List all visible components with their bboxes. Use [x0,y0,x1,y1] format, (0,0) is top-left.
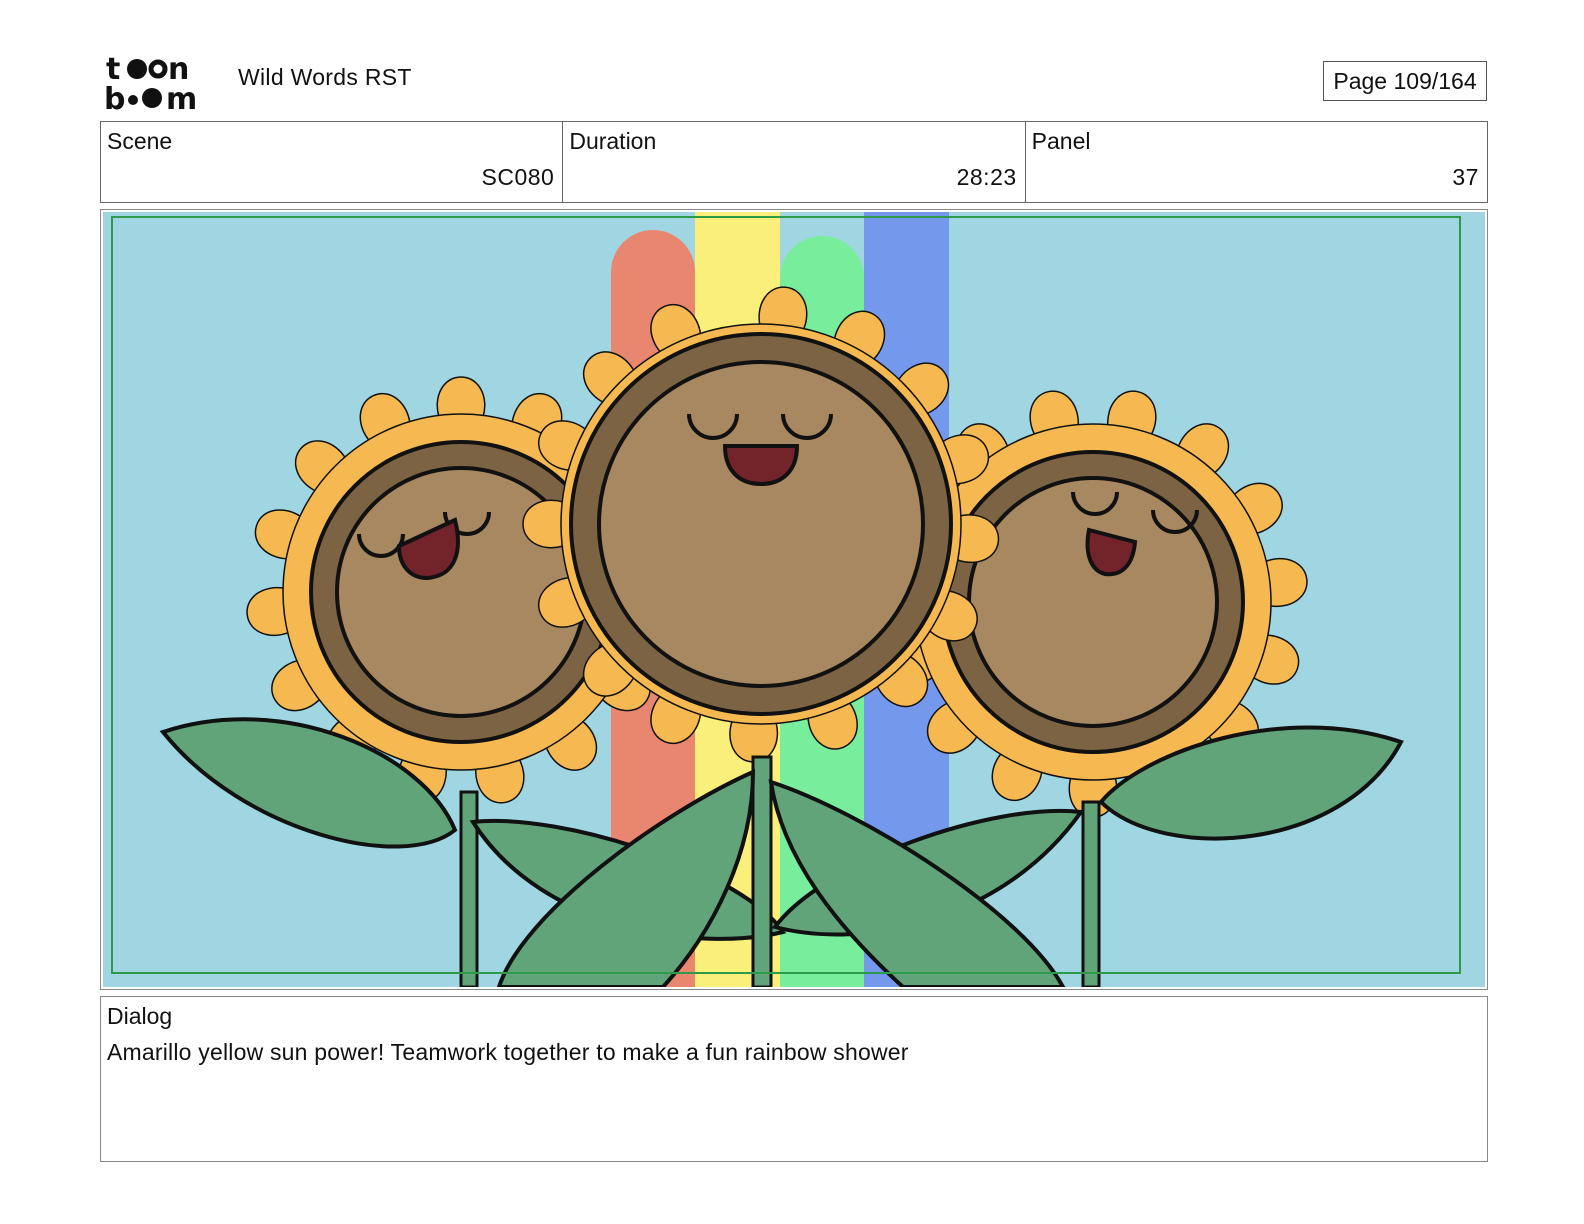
project-title: Wild Words RST [238,64,412,90]
panel-cell: Panel 37 [1026,122,1487,202]
dialog-box: Dialog Amarillo yellow sun power! Teamwo… [100,996,1488,1162]
scene-value: SC080 [481,164,555,190]
duration-cell: Duration 28:23 [563,122,1026,202]
toon-boom-logo: t n b m [104,52,197,112]
info-row: Scene SC080 Duration 28:23 Panel 37 [100,121,1488,203]
storyboard-panel [100,209,1488,990]
dialog-text: Amarillo yellow sun power! Teamwork toge… [107,1039,909,1065]
page-indicator: Page 109/164 [1323,61,1487,101]
panel-image [103,212,1485,987]
panel-value: 37 [1452,164,1479,190]
svg-text:m: m [166,82,197,112]
scene-label: Scene [107,128,173,154]
duration-value: 28:23 [956,164,1017,190]
duration-label: Duration [569,128,657,154]
dialog-label: Dialog [107,1003,173,1029]
svg-text:b: b [104,82,125,112]
scene-cell: Scene SC080 [101,122,564,202]
panel-label: Panel [1031,128,1091,154]
